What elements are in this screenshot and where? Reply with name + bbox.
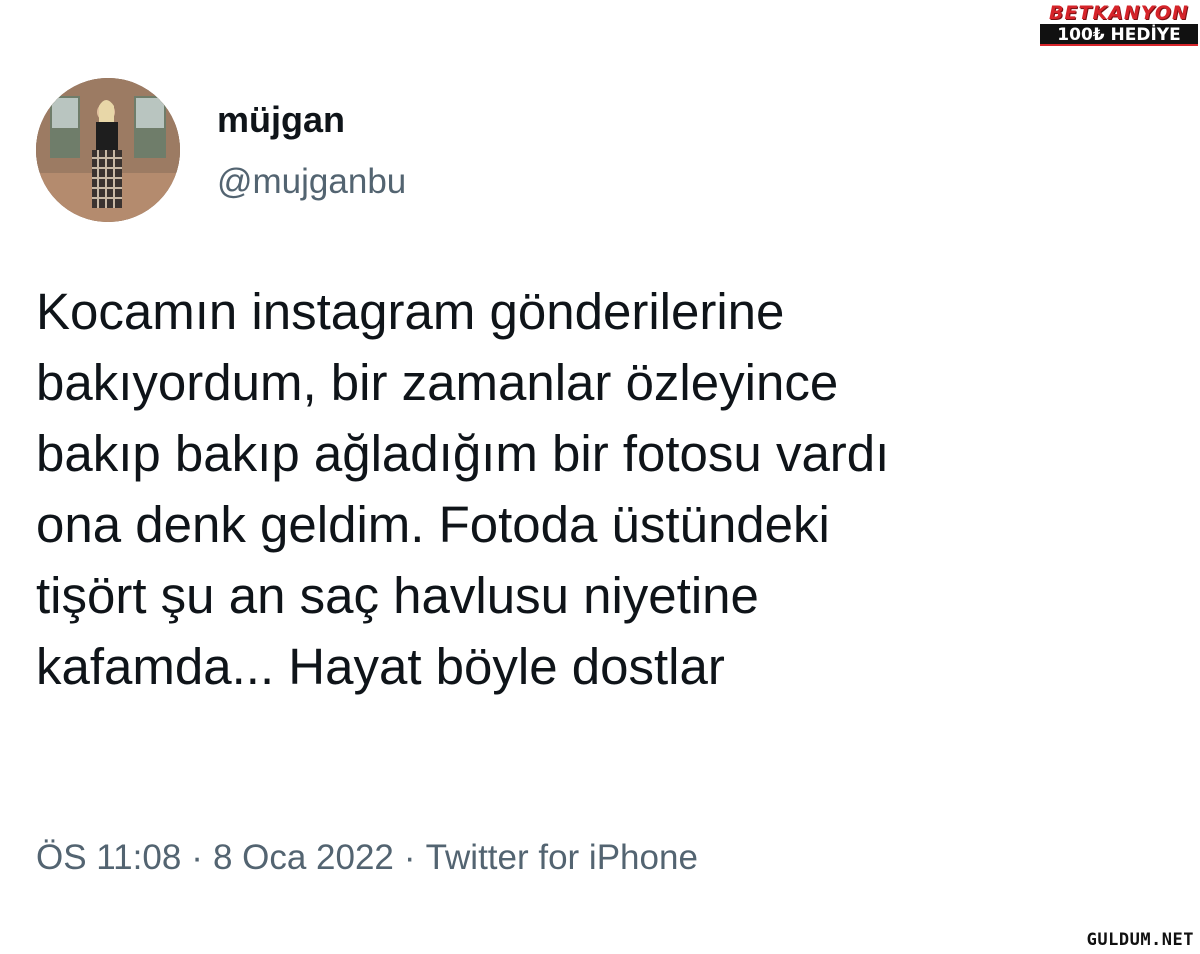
tweet-text-line: ona denk geldim. Fotoda üstündeki: [36, 496, 830, 553]
sponsor-promo: 100₺ HEDİYE: [1040, 24, 1198, 46]
author-display-name[interactable]: müjgan: [217, 98, 345, 142]
sponsor-badge[interactable]: BETKANYON 100₺ HEDİYE: [1040, 2, 1198, 46]
tweet-text-line: tişört şu an saç havlusu niyetine: [36, 567, 759, 624]
tweet-text-line: bakıyordum, bir zamanlar özleyince: [36, 354, 839, 411]
meta-separator: ·: [191, 838, 203, 877]
meta-separator: ·: [403, 838, 416, 877]
tweet-meta: ÖS 11:08 · 8 Oca 2022 · Twitter for iPhone: [36, 832, 698, 884]
profile-photo-icon: [36, 78, 180, 222]
tweet-text-line: Kocamın instagram gönderilerine: [36, 283, 785, 340]
tweet-text: Kocamın instagram gönderilerine bakıyord…: [36, 276, 1156, 702]
tweet-source[interactable]: Twitter for iPhone: [426, 838, 698, 877]
tweet-text-line: bakıp bakıp ağladığım bir fotosu vardı: [36, 425, 890, 482]
sponsor-brand: BETKANYON: [1040, 2, 1198, 24]
avatar[interactable]: [36, 78, 180, 222]
tweet-date[interactable]: 8 Oca 2022: [213, 838, 394, 877]
author-handle[interactable]: @mujganbu: [217, 160, 406, 204]
tweet-text-line: kafamda... Hayat böyle dostlar: [36, 638, 725, 695]
tweet-time[interactable]: ÖS 11:08: [36, 838, 181, 877]
site-watermark: GULDUM.NET: [1086, 930, 1194, 950]
